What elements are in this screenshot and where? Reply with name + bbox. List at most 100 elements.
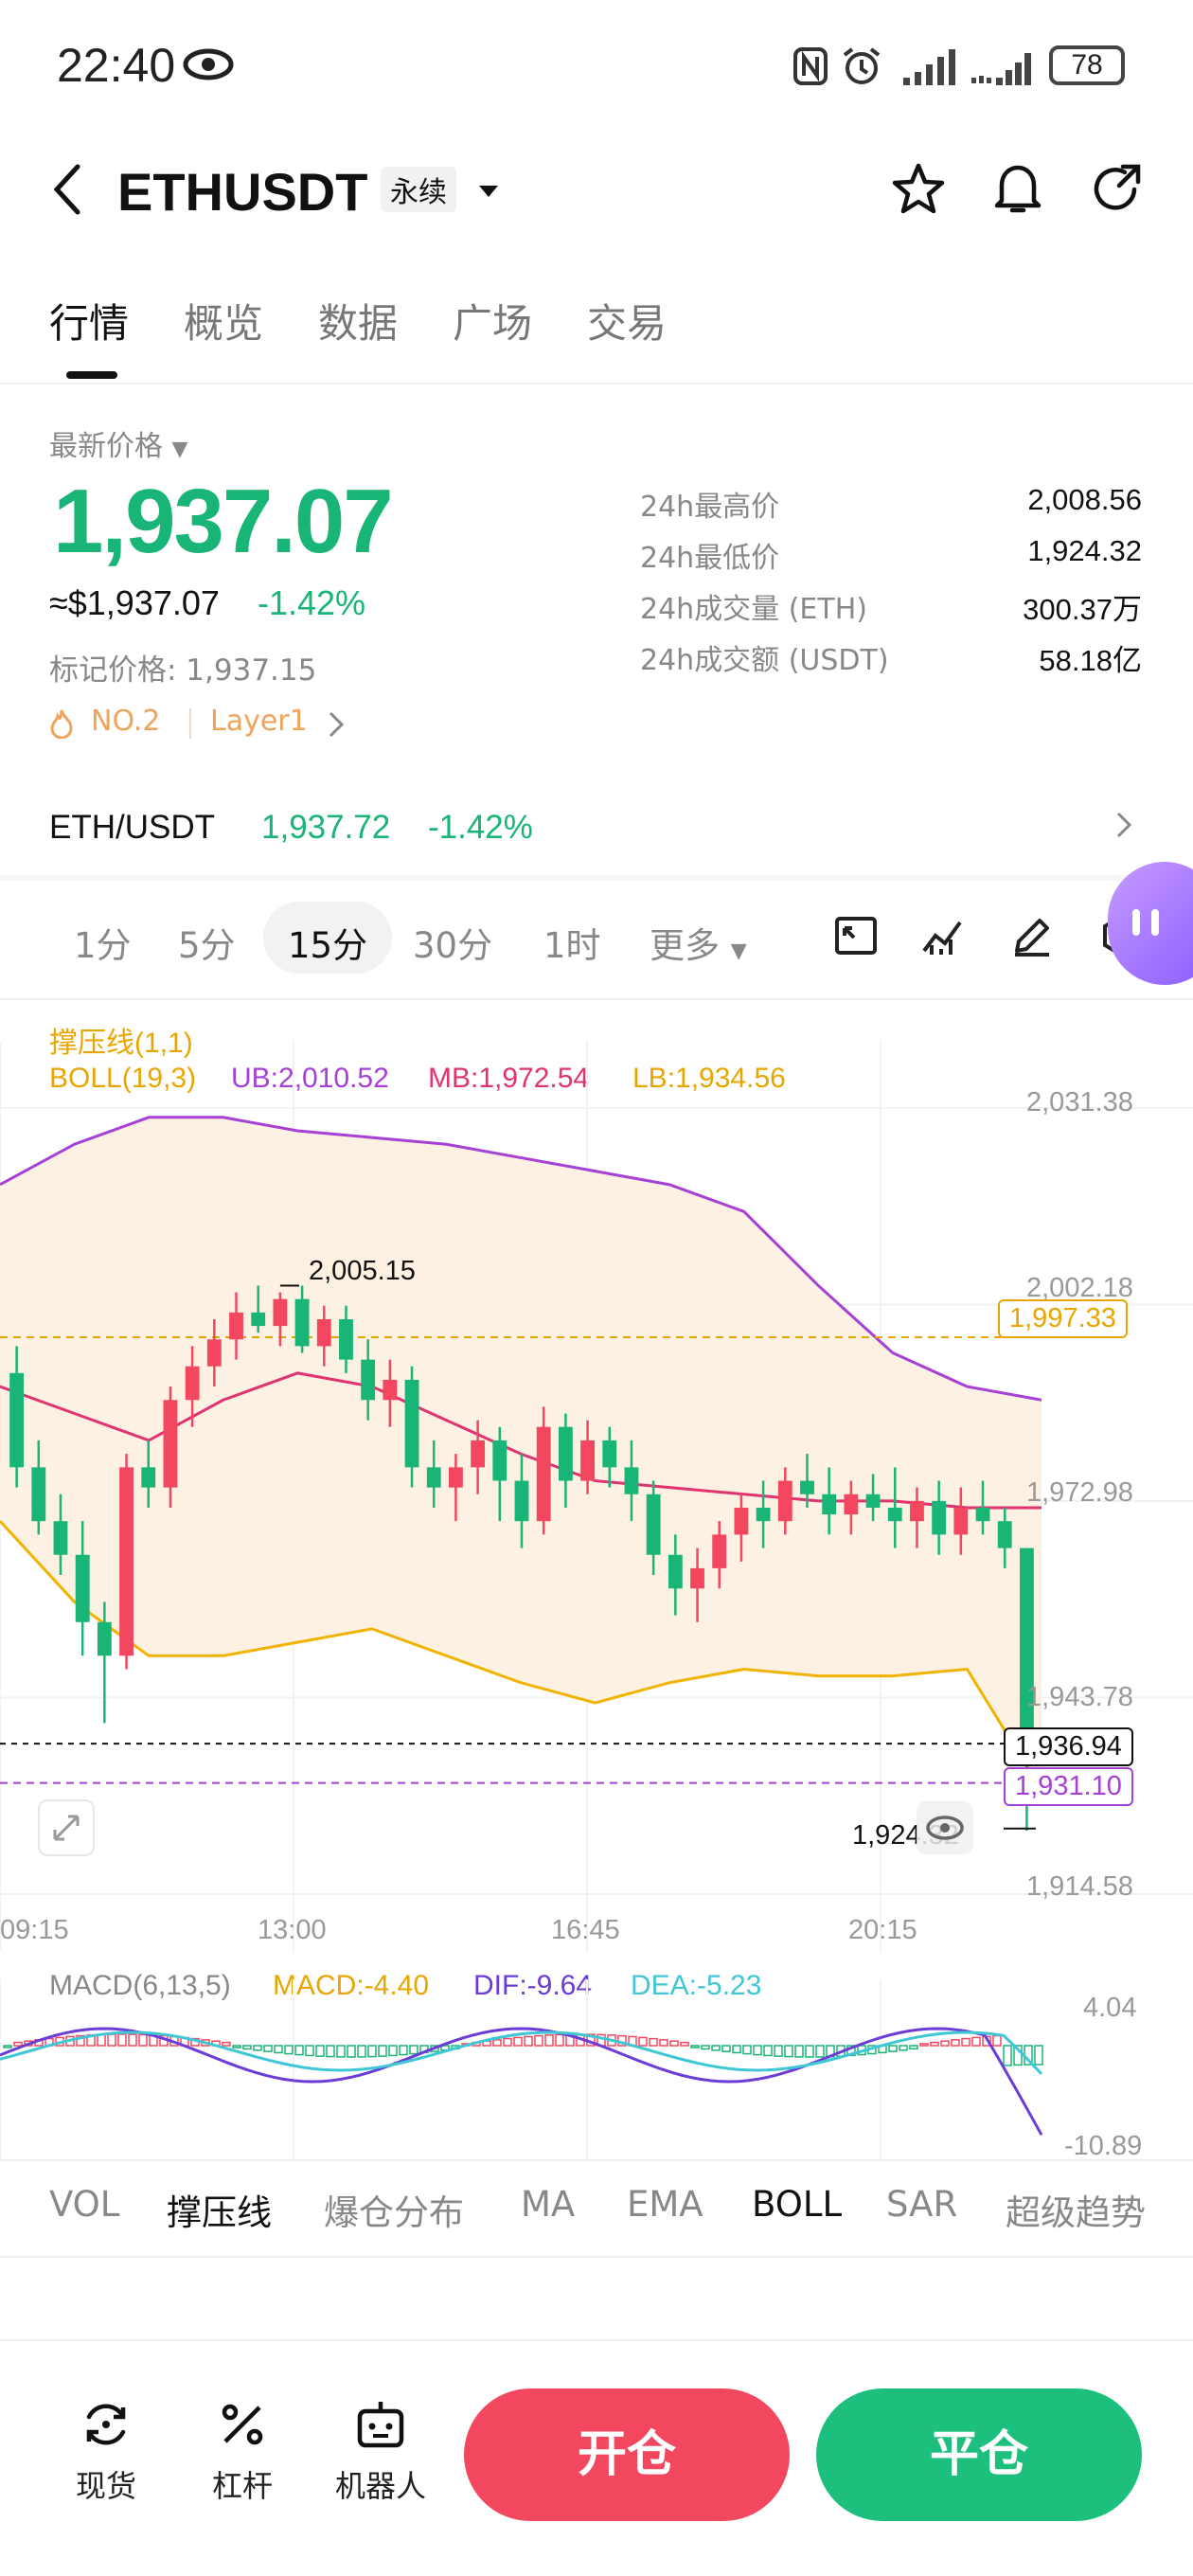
chevron-down-icon[interactable] [477,184,500,199]
macd-bar [888,2045,898,2052]
chevron-right-icon[interactable] [328,710,345,739]
macd-bar [388,2045,398,2057]
macd-bar [242,2045,252,2050]
candle-body [624,1467,639,1494]
candle-body [865,1494,881,1508]
mark-price: 标记价格: 1,937.15 [49,653,317,688]
chevron-right-icon[interactable] [1115,811,1132,839]
layer-tag[interactable]: Layer1 [210,705,308,738]
expand-chart-button[interactable] [38,1799,95,1856]
page-title[interactable]: ETHUSDT [117,161,367,223]
macd-bar [680,2041,689,2047]
macd-chart [0,1979,1043,2159]
macd-bar [524,2035,533,2047]
macd-bar [513,2036,523,2047]
candle-body [844,1494,859,1515]
latest-price-label-text: 最新价格 [49,430,163,463]
candle-body [251,1312,266,1327]
spot-pair-name[interactable]: ETH/USDT [49,809,215,847]
resistance-price-tag[interactable]: 1,997.33 [998,1299,1128,1338]
status-time: 22:40 [57,39,176,92]
macd-bar [534,2034,543,2047]
nav-leverage[interactable]: 杠杆 [186,2396,299,2506]
candle-body [119,1467,134,1656]
macd-bar [3,2045,12,2048]
contract-type-badge[interactable]: 永续 [381,167,456,212]
divider [0,383,1193,385]
stat-label-volume: 24h成交量 (ETH) [640,593,867,626]
indicator-tab-ma[interactable]: MA [521,2184,575,2225]
macd-bar [711,2045,721,2051]
macd-bar [326,2045,335,2058]
star-icon[interactable] [890,161,947,218]
interval-1m[interactable]: 1分 [74,917,132,968]
nav-spot[interactable]: 现货 [49,2396,163,2506]
candle-body [997,1521,1012,1548]
current-price-tag[interactable]: 1,936.94 [1004,1727,1133,1766]
tab-square[interactable]: 广场 [453,292,532,349]
nav-robot-label: 机器人 [334,2468,426,2504]
stat-value-low: 1,924.32 [1027,534,1142,567]
candle-body [163,1400,178,1488]
macd-bar [649,2037,658,2047]
tab-data[interactable]: 数据 [318,292,398,349]
candle-body [471,1440,486,1468]
tab-market[interactable]: 行情 [49,292,129,349]
robot-icon [357,2402,404,2448]
indicator-tab-support[interactable]: 撑压线 [167,2184,272,2235]
candle-body [273,1298,288,1327]
interval-15m[interactable]: 15分 [288,917,367,968]
open-position-button[interactable]: 开仓 [464,2388,790,2521]
candle-body [646,1494,661,1555]
percent-icon [222,2404,263,2445]
indicator-tab-liquidation[interactable]: 爆仓分布 [324,2184,464,2235]
macd-bar [919,2043,929,2047]
candle-body [75,1554,90,1622]
macd-bar [222,2041,231,2047]
indicator-tab-sar[interactable]: SAR [886,2184,957,2225]
nav-robot[interactable]: 机器人 [324,2396,437,2506]
close-position-button[interactable]: 平仓 [816,2388,1142,2521]
back-icon[interactable] [51,163,85,216]
interval-5m[interactable]: 5分 [178,917,236,968]
indicator-tab-ema[interactable]: EMA [627,2184,703,2225]
macd-bar [909,2045,918,2050]
hide-marks-button[interactable] [917,1801,973,1854]
fullscreen-chart-icon[interactable] [833,913,879,958]
interval-1h[interactable]: 1时 [543,917,601,968]
y-tick-5: 1,914.58 [1026,1871,1133,1902]
tab-trade[interactable]: 交易 [587,292,667,349]
latest-price-label[interactable]: 最新价格 ▼ [49,422,187,464]
rank-tag[interactable]: NO.2 [91,705,160,738]
interval-more[interactable]: 更多 ▼ [650,917,747,968]
candle-body [185,1366,200,1401]
macd-bar [899,2045,908,2051]
y-tick-3: 1,972.98 [1026,1477,1133,1508]
caret-down-icon: ▼ [171,438,188,461]
expand-icon [53,1815,80,1841]
share-icon[interactable] [1089,161,1146,218]
stat-label-turnover: 24h成交额 (USDT) [640,644,889,677]
indicator-tab-boll[interactable]: BOLL [752,2184,842,2225]
indicator-tab-vol[interactable]: VOL [49,2184,119,2225]
macd-bar [347,2045,356,2058]
candle-body [690,1567,704,1589]
support-price-tag[interactable]: 1,931.10 [1004,1767,1133,1806]
candle-body [361,1359,376,1401]
candle-body [229,1312,243,1340]
candle-body [294,1298,310,1347]
candlestick-chart[interactable] [0,1042,1193,1951]
candle-body [31,1467,46,1522]
y-tick-1: 2,031.38 [1026,1087,1133,1118]
tab-overview[interactable]: 概览 [184,292,263,349]
bell-icon[interactable] [990,159,1045,218]
indicator-tab-supertrend[interactable]: 超级趋势 [1006,2184,1193,2235]
indicator-icon[interactable] [920,913,966,958]
interval-30m[interactable]: 30分 [413,917,492,968]
usd-price: ≈$1,937.07 [49,583,220,622]
draw-pen-icon[interactable] [1009,913,1055,958]
macd-bar [357,2045,366,2058]
chat-bubble-icon [1132,909,1159,936]
divider [0,2256,1193,2258]
candle-body [756,1507,771,1522]
